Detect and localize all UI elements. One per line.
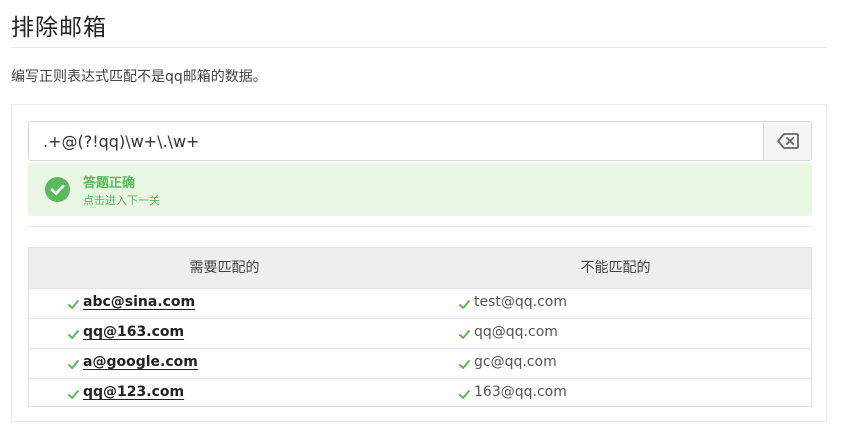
- next-level-link[interactable]: 点击进入下一关: [83, 192, 160, 208]
- nomatch-item: qq@qq.com: [474, 324, 558, 340]
- regex-input[interactable]: [29, 122, 763, 160]
- check-circle-icon: [45, 177, 70, 202]
- table-row: abc@sina.com test@qq.com: [29, 288, 811, 318]
- table-row: qq@163.com qq@qq.com: [29, 318, 811, 348]
- page-title: 排除邮箱: [11, 15, 107, 41]
- match-item: qq@123.com: [83, 384, 185, 400]
- nomatch-item: gc@qq.com: [474, 354, 557, 370]
- match-table: 需要匹配的 不能匹配的 abc@sina.com test@qq.com qq@…: [28, 247, 812, 407]
- success-message: 答题正确 点击进入下一关: [28, 163, 812, 216]
- check-icon: [459, 300, 470, 309]
- table-row: a@google.com gc@qq.com: [29, 348, 811, 378]
- check-icon: [459, 330, 470, 339]
- header-should-not-match: 不能匹配的: [580, 260, 651, 276]
- table-header: 需要匹配的 不能匹配的: [29, 248, 811, 288]
- panel-divider: [28, 226, 812, 227]
- match-item: qq@163.com: [83, 324, 185, 340]
- table-row: qq@123.com 163@qq.com: [29, 378, 811, 408]
- header-should-match: 需要匹配的: [189, 260, 260, 276]
- instruction-text: 编写正则表达式匹配不是qq邮箱的数据。: [11, 69, 267, 85]
- clear-button[interactable]: [763, 122, 811, 160]
- backspace-clear-icon: [776, 133, 799, 149]
- nomatch-item: 163@qq.com: [474, 384, 567, 400]
- check-icon: [68, 300, 79, 309]
- nomatch-item: test@qq.com: [474, 294, 568, 310]
- match-item: abc@sina.com: [83, 294, 196, 310]
- check-icon: [68, 360, 79, 369]
- check-icon: [68, 390, 79, 399]
- check-icon: [459, 360, 470, 369]
- check-icon: [459, 390, 470, 399]
- regex-input-group: [28, 121, 812, 161]
- title-divider: [11, 47, 826, 48]
- check-icon: [68, 330, 79, 339]
- match-item: a@google.com: [83, 354, 198, 370]
- success-title: 答题正确: [83, 176, 136, 191]
- exercise-panel: 答题正确 点击进入下一关 需要匹配的 不能匹配的 abc@sina.com te…: [11, 104, 827, 422]
